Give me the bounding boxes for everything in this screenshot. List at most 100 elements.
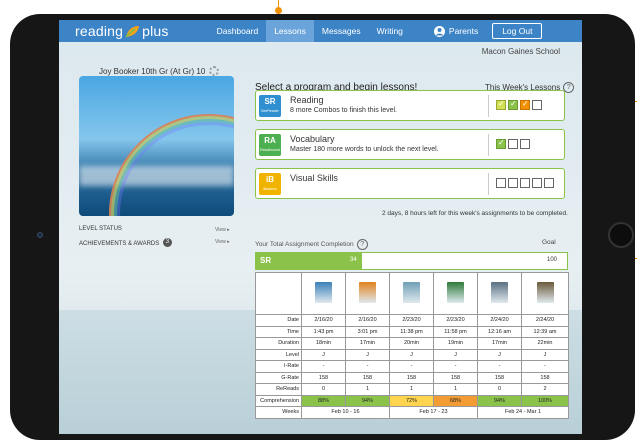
achievements-view-link[interactable]: View ▸ xyxy=(215,239,230,245)
table-cell: 11:38 pm xyxy=(389,325,434,338)
table-cell: - xyxy=(477,360,522,373)
table-row: Level J J J J J J xyxy=(255,348,569,361)
story-thumbnail xyxy=(447,282,464,303)
table-cell: 158 xyxy=(521,371,569,384)
table-cell: 72% xyxy=(389,394,434,407)
row-header: Duration xyxy=(255,337,302,350)
nav-messages[interactable]: Messages xyxy=(314,20,369,42)
lesson-checkboxes xyxy=(496,138,530,149)
story-thumbnail-cell[interactable] xyxy=(301,272,346,315)
lesson-box-empty xyxy=(520,139,530,149)
level-status-view-link[interactable]: View ▸ xyxy=(215,227,230,233)
table-cell: 17min xyxy=(345,337,390,350)
goal-label: Goal xyxy=(542,239,556,246)
lesson-box-empty xyxy=(508,139,518,149)
level-status-link[interactable]: LEVEL STATUS xyxy=(79,226,122,232)
story-thumbnail-cell[interactable] xyxy=(521,272,569,315)
table-cell: 18min xyxy=(301,337,346,350)
gear-icon[interactable] xyxy=(209,66,220,76)
program-subtitle: 8 more Combos to finish this level. xyxy=(290,107,397,114)
table-cell: 68% xyxy=(433,394,478,407)
program-card-reading[interactable]: SR SeeReader Reading 8 more Combos to finis… xyxy=(255,90,565,121)
program-subtitle: Master 180 more words to unlock the next… xyxy=(290,146,439,153)
table-cell: 1 xyxy=(389,383,434,396)
story-thumbnail xyxy=(536,282,554,303)
story-thumbnail xyxy=(359,282,376,303)
table-cell: 158 xyxy=(389,371,434,384)
completion-help-icon[interactable]: ? xyxy=(356,239,368,250)
avatar-photo xyxy=(79,76,234,216)
parents-link[interactable]: Parents xyxy=(433,25,478,37)
completion-bar: SR 34 100 xyxy=(255,252,568,270)
row-header: Comprehension xyxy=(255,394,302,407)
weeks-row: Weeks Feb 10 - 16 Feb 17 - 23 Feb 24 - Mar … xyxy=(255,406,569,419)
table-cell: 20min xyxy=(389,337,434,350)
table-cell: J xyxy=(345,348,390,361)
story-thumbnail xyxy=(403,282,420,303)
program-card-vocabulary[interactable]: RA ReadAround Vocabulary Master 180 more wo… xyxy=(255,129,565,160)
table-cell: 1:43 pm xyxy=(301,325,346,338)
program-card-visual-skills[interactable]: iB iBalance Visual Skills xyxy=(255,168,565,199)
week-range-cell: Feb 24 - Mar 1 xyxy=(477,406,569,419)
row-header: Date xyxy=(255,314,302,327)
nav-writing[interactable]: Writing xyxy=(369,20,411,42)
table-cell: - xyxy=(345,360,390,373)
table-cell: 2 xyxy=(521,383,569,396)
table-cell: 1 xyxy=(433,383,478,396)
lesson-box-complete xyxy=(496,138,506,149)
program-icon-sub: SeeReader xyxy=(261,109,279,113)
completion-program-label: SR xyxy=(260,256,272,265)
table-row: Date 2/16/20 2/16/20 2/23/20 2/23/20 2/24/20 2… xyxy=(255,314,569,327)
achievements-link[interactable]: ACHIEVEMENTS & AWARDS 3 xyxy=(79,238,172,247)
program-icon: SR SeeReader xyxy=(259,95,281,117)
table-cell: J xyxy=(477,348,522,361)
table-cell: 3:01 pm xyxy=(345,325,390,338)
table-cell: 158 xyxy=(301,371,346,384)
story-thumbnail-cell[interactable] xyxy=(477,272,522,315)
achievements-badge: 3 xyxy=(162,238,172,247)
nav-dashboard[interactable]: Dashboard xyxy=(209,20,267,42)
table-cell: 158 xyxy=(433,371,478,384)
table-cell: 19min xyxy=(433,337,478,350)
table-cell: 88% xyxy=(301,394,346,407)
logo-text-plus: plus xyxy=(142,23,169,39)
table-cell: 12:16 am xyxy=(477,325,522,338)
table-cell: 22min xyxy=(521,337,569,350)
camera xyxy=(37,232,43,238)
photo-rainbow xyxy=(99,104,234,216)
table-cell: J xyxy=(433,348,478,361)
row-header: Level xyxy=(255,348,302,361)
completion-heading: Your Total Assignment Completion ? xyxy=(255,239,368,250)
lesson-box-complete xyxy=(508,99,518,110)
table-cell: 12:39 am xyxy=(521,325,569,338)
lesson-box-complete xyxy=(520,99,530,110)
student-header: Joy Booker 10th Gr (At Gr) 10 xyxy=(99,66,220,76)
home-button[interactable] xyxy=(608,222,634,248)
logout-button[interactable]: Log Out xyxy=(492,23,543,39)
table-cell: - xyxy=(301,360,346,373)
table-cell: 11:58 pm xyxy=(433,325,478,338)
program-icon: iB iBalance xyxy=(259,173,281,195)
lesson-history-table: Date 2/16/20 2/16/20 2/23/20 2/23/20 2/24/20 2… xyxy=(255,272,569,419)
program-title: Vocabulary xyxy=(290,134,335,144)
table-cell: 2/16/20 xyxy=(301,314,346,327)
nav-lessons[interactable]: Lessons xyxy=(266,20,314,42)
story-thumbnail-cell[interactable] xyxy=(433,272,478,315)
story-thumbnail-cell[interactable] xyxy=(345,272,390,315)
table-cell: 17min xyxy=(477,337,522,350)
lesson-box-empty xyxy=(532,178,542,188)
table-row: ReReads 0 1 1 1 0 2 xyxy=(255,383,569,396)
table-cell: 100% xyxy=(521,394,569,407)
lesson-checkboxes xyxy=(496,178,554,188)
program-icon: RA ReadAround xyxy=(259,134,281,156)
completion-label: Your Total Assignment Completion xyxy=(255,241,354,248)
completion-goal: 100 xyxy=(546,257,557,263)
reading-plus-logo[interactable]: reading plus xyxy=(75,23,169,39)
table-cell: 158 xyxy=(345,371,390,384)
leaf-icon xyxy=(125,25,140,38)
program-icon-sub: iBalance xyxy=(263,187,277,191)
card-divider xyxy=(488,134,489,156)
story-thumbnail-cell[interactable] xyxy=(389,272,434,315)
completion-value: 34 xyxy=(350,257,357,263)
logo-text-reading: reading xyxy=(75,23,124,39)
